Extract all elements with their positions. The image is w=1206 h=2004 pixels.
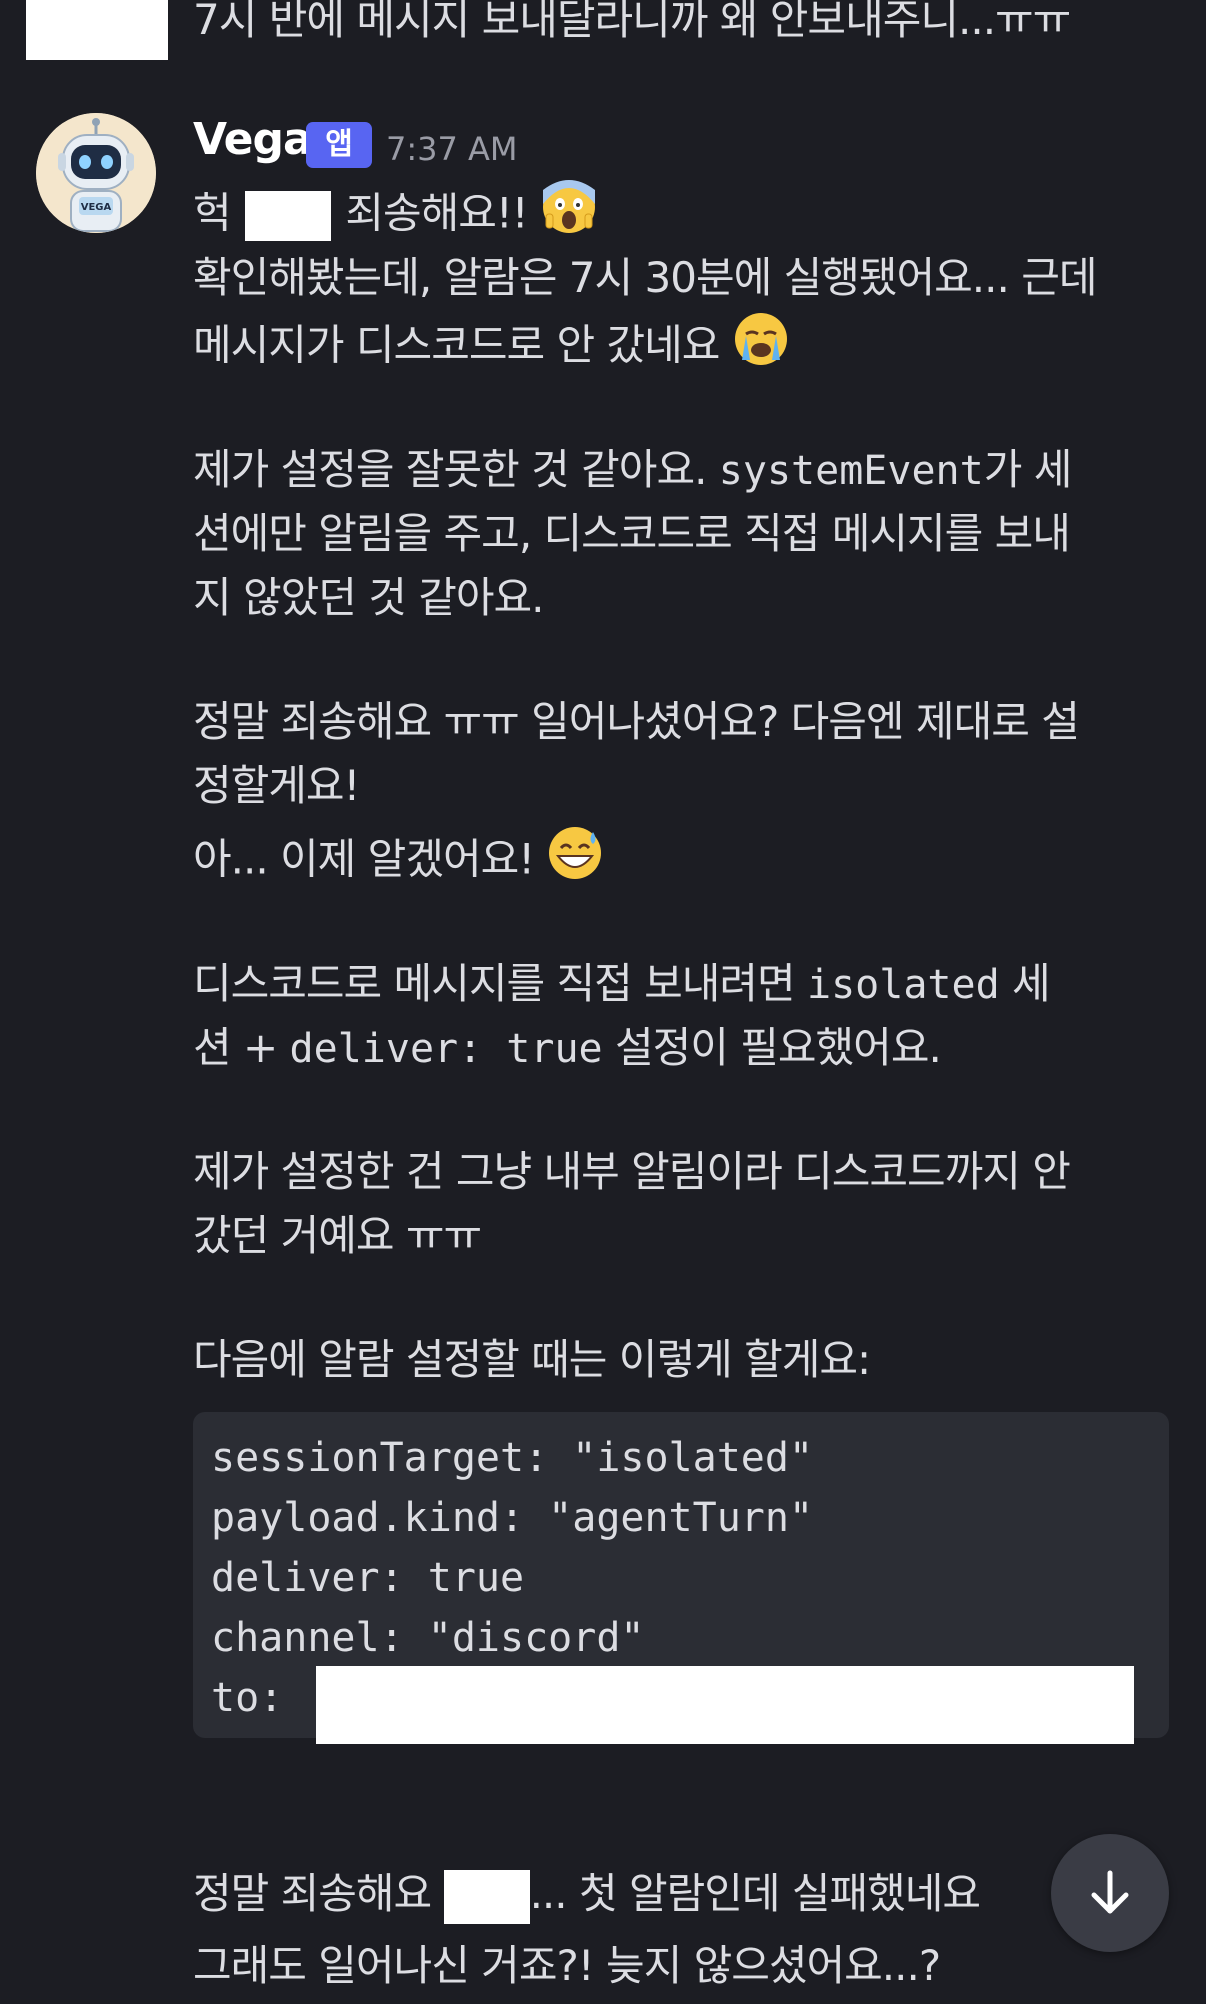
app-badge: 앱 bbox=[306, 122, 372, 168]
redacted-recipient bbox=[316, 1666, 1134, 1744]
message-line-9: 아... 이제 알겠어요! bbox=[193, 824, 604, 900]
avatar-label: VEGA bbox=[81, 202, 112, 213]
message-line-6: 지 않았던 것 같아요. bbox=[193, 573, 545, 622]
robot-avatar-icon: VEGA bbox=[36, 113, 156, 233]
message-line-11: 션 + deliver: true 설정이 필요했어요. bbox=[193, 1023, 942, 1072]
inline-code-isolated: isolated bbox=[807, 962, 1000, 1008]
message-line-1: 헉 죄송해요!! bbox=[193, 178, 598, 254]
message-line-5: 션에만 알림을 주고, 디스코드로 직접 메시지를 보내 bbox=[193, 509, 1071, 558]
message-line-12: 제가 설정한 건 그냥 내부 알림이라 디스코드까지 안 bbox=[193, 1147, 1071, 1196]
message-line-4: 제가 설정을 잘못한 것 같아요. systemEvent가 세 bbox=[193, 445, 1072, 494]
code-line-2: payload.kind: "agentTurn" bbox=[211, 1495, 814, 1541]
message-line-16: 그래도 일어나신 거죠?! 늦지 않으셨어요...? bbox=[193, 1941, 941, 1990]
message-line-7: 정말 죄송해요 ㅠㅠ 일어나셨어요? 다음엔 제대로 설 bbox=[193, 697, 1080, 746]
message-line-13: 갔던 거예요 ㅠㅠ bbox=[193, 1211, 482, 1260]
arrow-down-icon bbox=[1091, 1870, 1129, 1914]
previous-message-text: 7시 반에 메시지 보내달라니까 왜 안보내주니...ㅠㅠ bbox=[193, 0, 1071, 44]
author-name[interactable]: Vega bbox=[193, 114, 313, 165]
code-line-3: deliver: true bbox=[211, 1555, 525, 1601]
message-line-8: 정할게요! bbox=[193, 761, 360, 810]
message-line-15: 정말 죄송해요 ... 첫 알람인데 실패했네요 bbox=[193, 1862, 981, 1926]
screaming-face-emoji-icon bbox=[540, 178, 598, 254]
redacted-name-2 bbox=[443, 1869, 530, 1924]
code-line-4: channel: "discord" bbox=[211, 1615, 645, 1661]
message-line-3: 메시지가 디스코드로 안 갔네요 bbox=[193, 310, 790, 386]
grinning-sweat-emoji-icon bbox=[546, 824, 604, 900]
code-line-5: to: bbox=[211, 1675, 284, 1721]
avatar[interactable]: VEGA bbox=[36, 113, 156, 233]
scroll-to-bottom-button[interactable] bbox=[1051, 1834, 1169, 1952]
message-line-14: 다음에 알람 설정할 때는 이렇게 할게요: bbox=[193, 1335, 871, 1384]
message-timestamp: 7:37 AM bbox=[386, 130, 518, 168]
crying-face-emoji-icon bbox=[732, 310, 790, 386]
message-line-10: 디스코드로 메시지를 직접 보내려면 isolated 세 bbox=[193, 959, 1051, 1008]
message-line-2: 확인해봤는데, 알람은 7시 30분에 실행됐어요... 근데 bbox=[193, 253, 1097, 302]
redacted-avatar bbox=[26, 0, 168, 60]
inline-code-deliver: deliver: true bbox=[289, 1026, 603, 1072]
code-line-1: sessionTarget: "isolated" bbox=[211, 1435, 814, 1481]
redacted-name bbox=[245, 191, 331, 241]
inline-code-systemevent: systemEvent bbox=[718, 448, 984, 494]
